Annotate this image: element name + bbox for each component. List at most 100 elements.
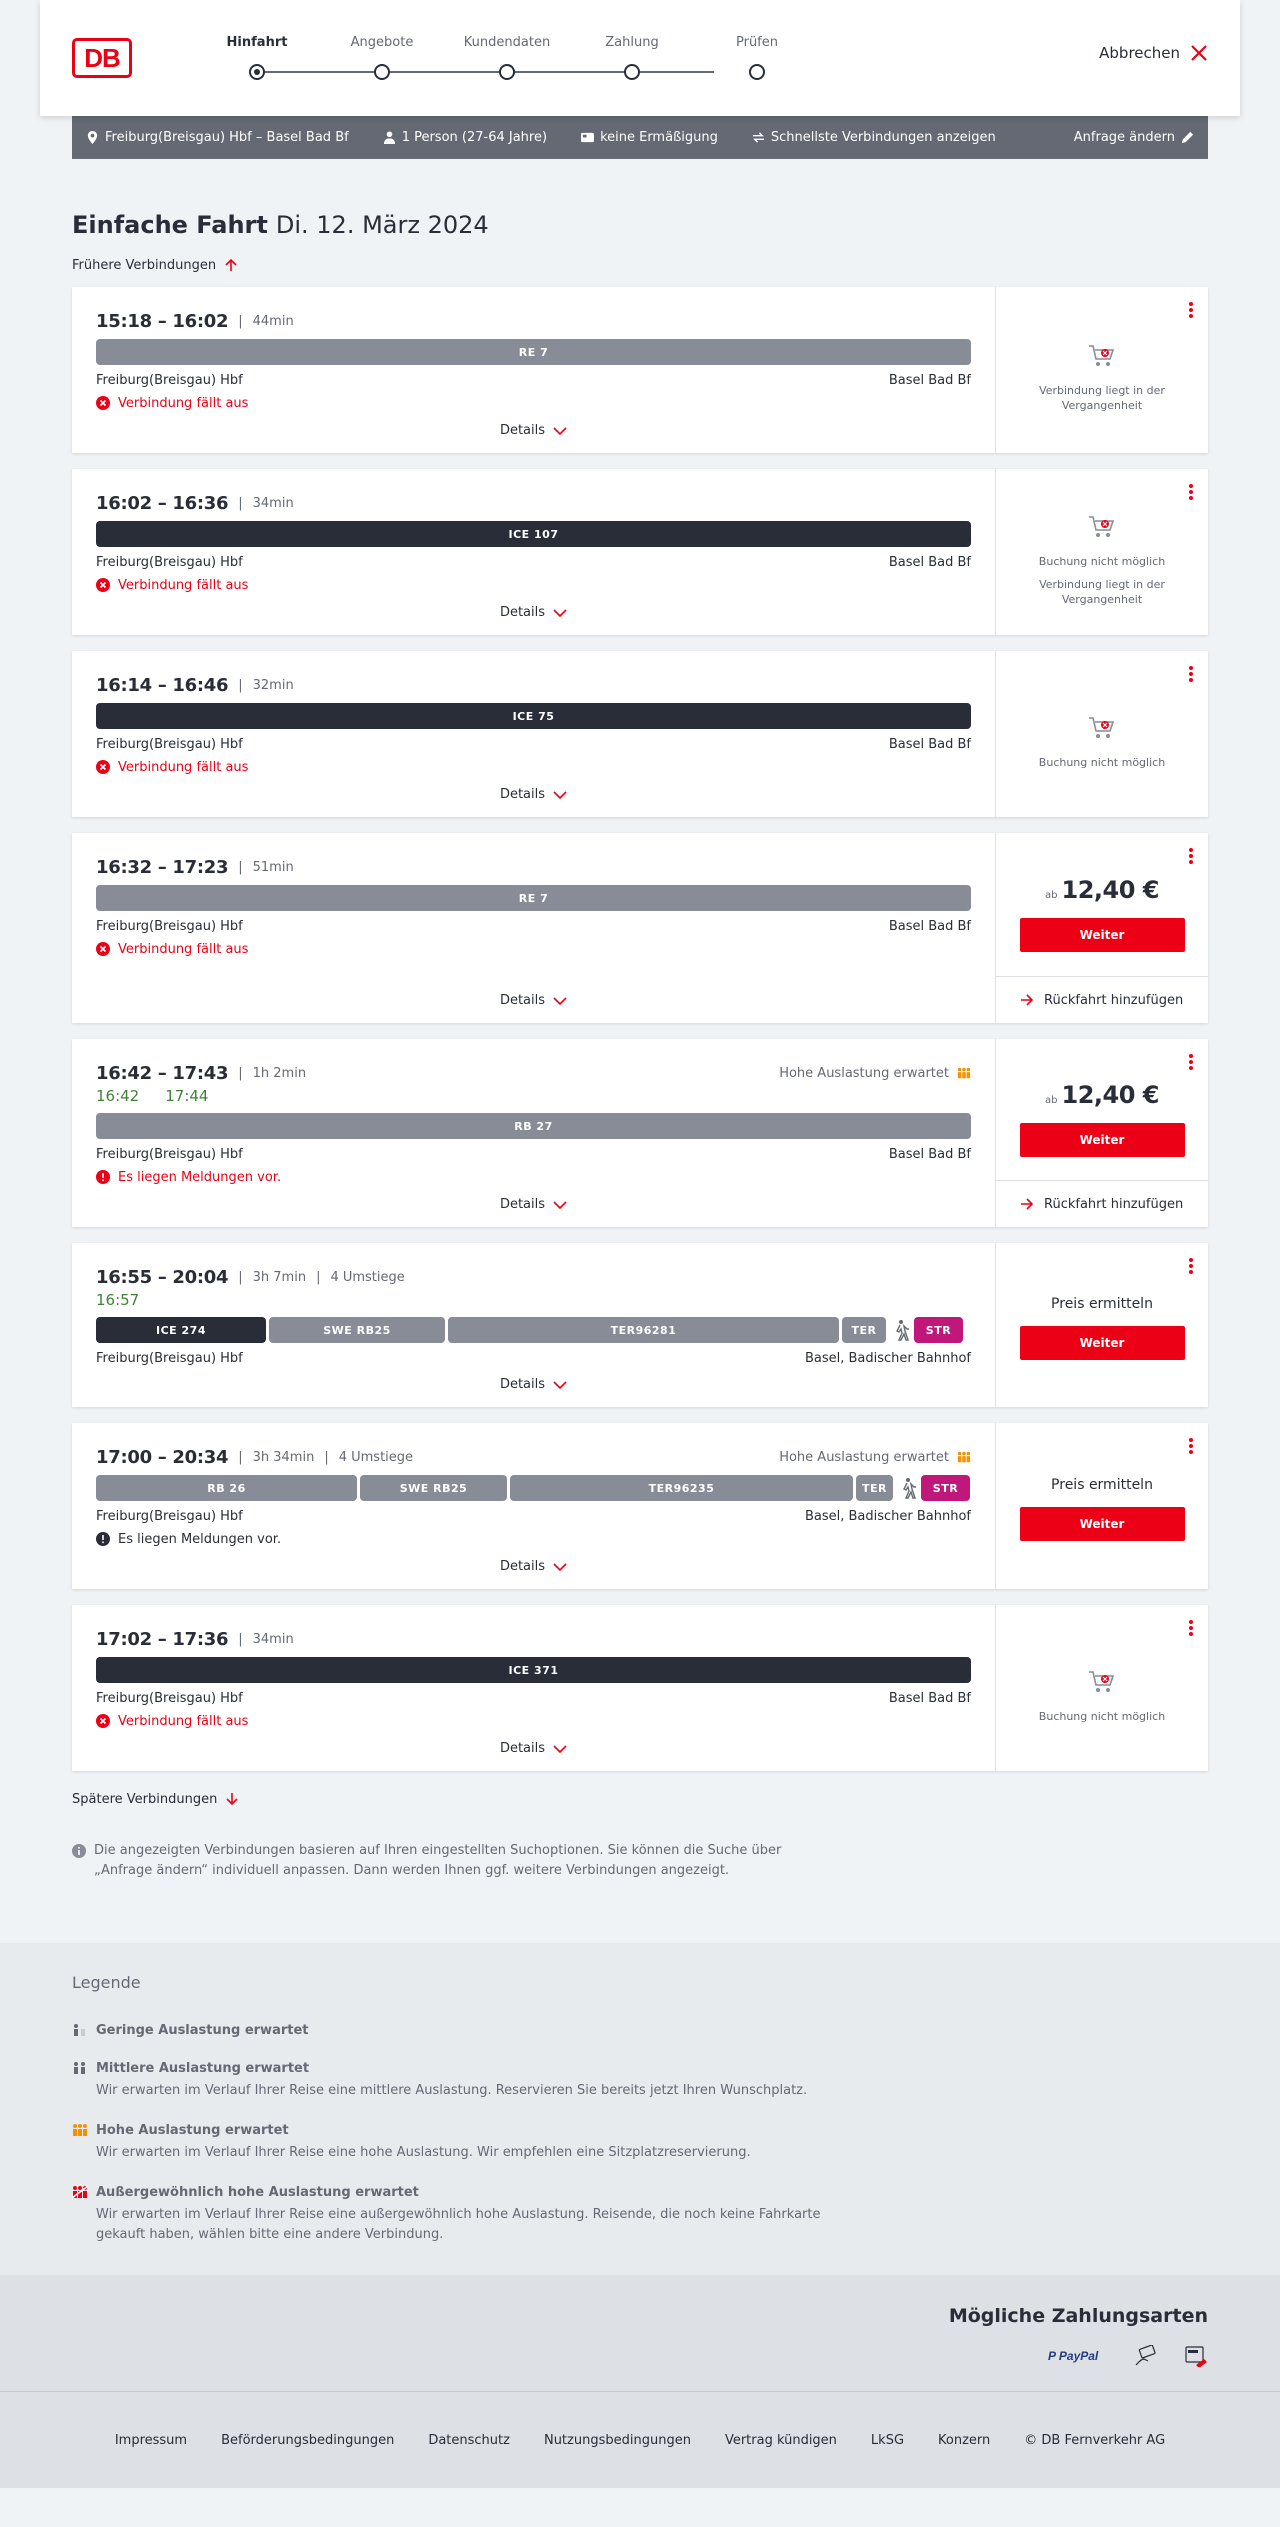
booking-panel: Buchung nicht möglich Verbindung liegt in…	[995, 469, 1208, 635]
price: ab 12,40 €	[1045, 1081, 1159, 1109]
step-label: Kundendaten	[463, 35, 551, 50]
continue-button[interactable]: Weiter	[1019, 1326, 1185, 1360]
train-segment[interactable]: TER96281	[448, 1317, 839, 1343]
connection-card[interactable]: 16:02 – 16:36 | 34min ICE 107 Freiburg(Breis…	[72, 469, 1208, 635]
details-toggle[interactable]: Details	[96, 419, 971, 443]
connection-card[interactable]: 17:00 – 20:34 | 3h 34min | 4 Umstiege Hohe Au…	[72, 1423, 1208, 1589]
train-segment[interactable]: TER96235	[510, 1475, 853, 1501]
connection-changes: 4 Umstiege	[338, 1449, 414, 1465]
more-options-button[interactable]	[1188, 665, 1194, 683]
footer-link-lksg[interactable]: LkSG	[871, 2433, 904, 2448]
arrow-down-icon	[226, 1793, 238, 1806]
arrow-up-icon	[225, 258, 237, 271]
train-segment[interactable]: RB 27	[96, 1113, 971, 1139]
details-toggle[interactable]: Details	[96, 989, 971, 1013]
footer-link-konzern[interactable]: Konzern	[938, 2433, 990, 2448]
more-options-button[interactable]	[1188, 1053, 1194, 1071]
details-toggle[interactable]: Details	[96, 783, 971, 807]
step-label: Hinfahrt	[226, 35, 288, 50]
details-toggle[interactable]: Details	[96, 1193, 971, 1217]
connection-notice[interactable]: Verbindung fällt aus	[96, 937, 971, 961]
more-options-button[interactable]	[1188, 1619, 1194, 1637]
later-connections-link[interactable]: Spätere Verbindungen	[72, 1789, 239, 1809]
details-label: Details	[499, 1377, 546, 1392]
footer-link-nutzungsbedingungen[interactable]: Nutzungsbedingungen	[544, 2433, 691, 2448]
footer-link-vertrag-kuendigen[interactable]: Vertrag kündigen	[725, 2433, 837, 2448]
train-segment[interactable]: RE 7	[96, 339, 971, 365]
arrow-right-icon	[1021, 994, 1034, 1006]
details-toggle[interactable]: Details	[96, 1373, 971, 1397]
continue-button[interactable]: Weiter	[1019, 1507, 1185, 1541]
more-options-button[interactable]	[1188, 847, 1194, 865]
add-return-trip-button[interactable]: Rückfahrt hinzufügen	[996, 976, 1208, 1023]
booking-status-text: Buchung nicht möglich	[1038, 554, 1166, 568]
step-dot-icon	[749, 64, 765, 80]
step-pruefen[interactable]: Prüfen	[712, 32, 802, 80]
connection-duration: 32min	[252, 677, 294, 693]
footer-link-befoerderungsbedingungen[interactable]: Beförderungsbedingungen	[221, 2433, 394, 2448]
edit-request-button[interactable]: Anfrage ändern	[1074, 130, 1194, 145]
load-hint[interactable]: Hohe Auslastung erwartet	[779, 1450, 971, 1465]
more-options-button[interactable]	[1188, 483, 1194, 501]
details-toggle[interactable]: Details	[96, 1737, 971, 1761]
step-hinfahrt[interactable]: Hinfahrt	[212, 32, 302, 80]
connection-card[interactable]: 16:14 – 16:46 | 32min ICE 75 Freiburg(Breisg…	[72, 651, 1208, 817]
connection-duration: 1h 2min	[252, 1065, 307, 1081]
connection-notice[interactable]: Es liegen Meldungen vor.	[96, 1527, 971, 1551]
train-segment[interactable]: SWE RB25	[269, 1317, 445, 1343]
footer-copyright[interactable]: © DB Fernverkehr AG	[1024, 2433, 1165, 2448]
step-label: Angebote	[350, 35, 414, 50]
legend-item-title: Hohe Auslastung erwartet	[96, 2122, 289, 2138]
legend: Legende Geringe Auslastung erwartet Mitt…	[0, 1943, 1280, 2275]
db-logo[interactable]: DB	[72, 38, 132, 78]
step-kundendaten[interactable]: Kundendaten	[462, 32, 552, 80]
separator: |	[238, 859, 243, 875]
connection-notice[interactable]: Verbindung fällt aus	[96, 391, 971, 415]
step-angebote[interactable]: Angebote	[337, 32, 427, 80]
connection-notice[interactable]: Verbindung fällt aus	[96, 755, 971, 779]
train-segment[interactable]: RB 26	[96, 1475, 357, 1501]
connection-card[interactable]: 16:32 – 17:23 | 51min RE 7 Freiburg(Breisgau…	[72, 833, 1208, 1023]
train-segment[interactable]: ICE 371	[96, 1657, 971, 1683]
progress-stepper: Hinfahrt Angebote Kundendaten Zahlung Pr…	[212, 32, 778, 92]
continue-button[interactable]: Weiter	[1019, 917, 1185, 952]
price-value: 12,40 €	[1061, 875, 1160, 904]
train-segment[interactable]: SWE RB25	[360, 1475, 507, 1501]
connection-card[interactable]: 16:55 – 20:04 | 3h 7min | 4 Umstiege 16:57 ICE…	[72, 1243, 1208, 1407]
train-segment[interactable]: STR	[921, 1475, 970, 1501]
connection-card[interactable]: 17:02 – 17:36 | 34min ICE 371 Freiburg(Breis…	[72, 1605, 1208, 1771]
connection-info: 16:02 – 16:36 | 34min ICE 107 Freiburg(Breis…	[72, 469, 995, 635]
chevron-down-icon	[553, 790, 567, 799]
load-high-icon	[73, 2124, 87, 2136]
connection-duration: 34min	[252, 1631, 294, 1647]
more-options-button[interactable]	[1188, 1257, 1194, 1275]
connection-notice[interactable]: Es liegen Meldungen vor.	[96, 1165, 971, 1189]
train-segment[interactable]: ICE 274	[96, 1317, 266, 1343]
separator: |	[238, 495, 243, 511]
details-toggle[interactable]: Details	[96, 1555, 971, 1579]
cancel-button[interactable]: Abbrechen	[1099, 44, 1208, 62]
more-options-button[interactable]	[1188, 1437, 1194, 1455]
price-prefix: ab	[1045, 889, 1058, 901]
load-hint[interactable]: Hohe Auslastung erwartet	[779, 1066, 971, 1081]
step-label: Zahlung	[605, 35, 659, 50]
train-segment[interactable]: TER	[842, 1317, 886, 1343]
connection-card[interactable]: 15:18 – 16:02 | 44min RE 7 Freiburg(Breisgau…	[72, 287, 1208, 453]
train-segment[interactable]: ICE 107	[96, 521, 971, 547]
details-toggle[interactable]: Details	[96, 601, 971, 625]
footer-link-impressum[interactable]: Impressum	[115, 2433, 187, 2448]
journey-segments: ICE 107	[96, 521, 971, 547]
footer-link-datenschutz[interactable]: Datenschutz	[428, 2433, 510, 2448]
train-segment[interactable]: RE 7	[96, 885, 971, 911]
connection-notice[interactable]: Verbindung fällt aus	[96, 573, 971, 597]
step-zahlung[interactable]: Zahlung	[587, 32, 677, 80]
earlier-connections-link[interactable]: Frühere Verbindungen	[72, 255, 238, 275]
add-return-trip-button[interactable]: Rückfahrt hinzufügen	[996, 1180, 1208, 1227]
connection-card[interactable]: 16:42 – 17:43 | 1h 2min Hohe Auslastung erw…	[72, 1039, 1208, 1227]
connection-notice[interactable]: Verbindung fällt aus	[96, 1709, 971, 1733]
train-segment[interactable]: STR	[914, 1317, 963, 1343]
continue-button[interactable]: Weiter	[1019, 1122, 1185, 1157]
train-segment[interactable]: TER	[856, 1475, 893, 1501]
train-segment[interactable]: ICE 75	[96, 703, 971, 729]
more-options-button[interactable]	[1188, 301, 1194, 319]
